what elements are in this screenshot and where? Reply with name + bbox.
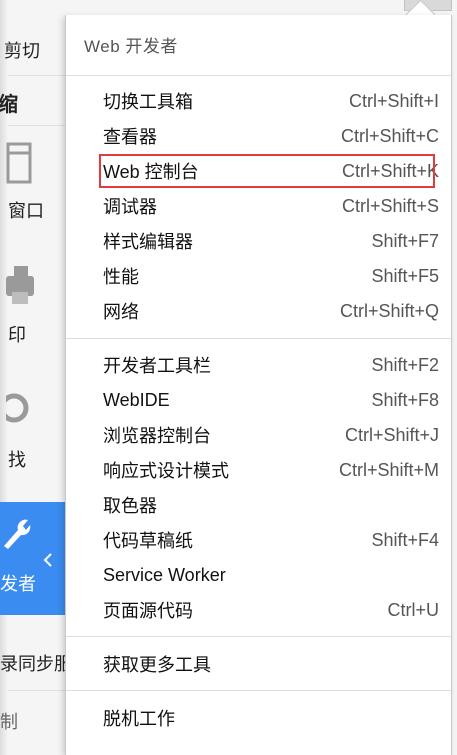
menu-item-label: 响应式设计模式 — [103, 461, 229, 481]
menu-item-label: 脱机工作 — [103, 709, 175, 729]
menu-item-label: Web 控制台 — [103, 162, 199, 182]
customize-button[interactable]: 制 — [0, 708, 18, 734]
menu-separator — [66, 75, 451, 76]
menu-item-service-worker[interactable]: Service Worker — [103, 559, 439, 591]
menu-item-shortcut: Ctrl+Shift+K — [341, 160, 439, 181]
divider — [8, 125, 66, 126]
menu-item-webide[interactable]: WebIDE Shift+F8 — [103, 384, 439, 416]
menu-item-label: 浏览器控制台 — [103, 426, 211, 446]
menu-item-debugger[interactable]: 调试器 Ctrl+Shift+S — [103, 190, 439, 222]
menu-item-label: WebIDE — [103, 389, 170, 410]
menu-header: Web 开发者 — [84, 37, 178, 56]
menu-item-work-offline[interactable]: 脱机工作 — [103, 702, 439, 734]
menu-item-style-editor[interactable]: 样式编辑器 Shift+F7 — [103, 225, 439, 257]
menu-separator — [66, 636, 451, 637]
menu-item-shortcut: Shift+F2 — [371, 354, 439, 375]
menu-item-label: Service Worker — [103, 564, 226, 585]
menu-item-label: 性能 — [103, 267, 139, 287]
chevron-left-icon — [43, 553, 52, 567]
zoom-label: 缩 — [0, 94, 18, 116]
developer-label: 发者 — [0, 574, 36, 594]
cut-button[interactable]: 剪切 — [4, 37, 40, 63]
menu-item-shortcut: Ctrl+Shift+J — [344, 424, 439, 445]
new-window-button[interactable]: 窗口 — [8, 197, 44, 223]
menu-item-label: 切换工具箱 — [103, 92, 193, 112]
menu-item-scratchpad[interactable]: 代码草稿纸 Shift+F4 — [103, 524, 439, 556]
menu-item-shortcut: Ctrl+Shift+S — [341, 195, 439, 216]
menu-item-label: 获取更多工具 — [103, 655, 211, 675]
divider — [8, 75, 66, 76]
menu-item-label: 取色器 — [103, 496, 157, 516]
menu-item-performance[interactable]: 性能 Shift+F5 — [103, 260, 439, 292]
menu-item-shortcut: Shift+F7 — [371, 230, 439, 251]
sync-button[interactable]: 录同步服 — [0, 650, 72, 676]
menu-item-get-more-tools[interactable]: 获取更多工具 — [103, 648, 439, 680]
menu-separator — [66, 690, 451, 691]
menu-item-shortcut: Shift+F8 — [371, 389, 439, 410]
menu-item-label: 代码草稿纸 — [103, 531, 193, 551]
menu-item-shortcut: Ctrl+Shift+I — [348, 90, 439, 111]
menu-item-label: 开发者工具栏 — [103, 356, 211, 376]
new-window-icon — [6, 142, 32, 184]
menu-item-shortcut: Shift+F4 — [371, 529, 439, 550]
menu-separator — [66, 338, 451, 339]
menu-item-shortcut: Shift+F5 — [371, 265, 439, 286]
wrench-icon — [4, 519, 31, 549]
menu-item-web-console[interactable]: Web 控制台 Ctrl+Shift+K — [99, 154, 439, 188]
menu-item-label: 调试器 — [103, 197, 157, 217]
menu-item-eyedropper[interactable]: 取色器 — [103, 489, 439, 521]
menu-item-shortcut: Ctrl+Shift+M — [338, 459, 439, 480]
menu-item-label: 网络 — [103, 302, 139, 322]
find-button[interactable]: 找 — [8, 446, 26, 472]
print-button[interactable]: 印 — [8, 321, 26, 347]
divider — [8, 690, 66, 691]
menu-item-shortcut: Ctrl+Shift+Q — [339, 300, 439, 321]
menu-item-shortcut: Ctrl+U — [387, 599, 439, 620]
find-icon — [6, 393, 29, 423]
menu-item-browser-console[interactable]: 浏览器控制台 Ctrl+Shift+J — [103, 419, 439, 451]
menu-item-shortcut: Ctrl+Shift+C — [340, 125, 439, 146]
developer-button[interactable]: 发者 — [0, 502, 66, 615]
menu-item-responsive-design[interactable]: 响应式设计模式 Ctrl+Shift+M — [103, 454, 439, 486]
menu-item-toggle-toolbox[interactable]: 切换工具箱 Ctrl+Shift+I — [103, 85, 439, 117]
menu-item-page-source[interactable]: 页面源代码 Ctrl+U — [103, 594, 439, 626]
menu-item-network[interactable]: 网络 Ctrl+Shift+Q — [103, 295, 439, 327]
menu-item-label: 查看器 — [103, 127, 157, 147]
print-icon — [6, 266, 34, 304]
web-developer-menu: Web 开发者 切换工具箱 Ctrl+Shift+I 查看器 Ctrl+Shif… — [65, 15, 452, 755]
menu-item-label: 页面源代码 — [103, 601, 193, 621]
menu-item-label: 样式编辑器 — [103, 232, 193, 252]
menu-item-inspector[interactable]: 查看器 Ctrl+Shift+C — [103, 120, 439, 152]
menu-item-developer-toolbar[interactable]: 开发者工具栏 Shift+F2 — [103, 349, 439, 381]
